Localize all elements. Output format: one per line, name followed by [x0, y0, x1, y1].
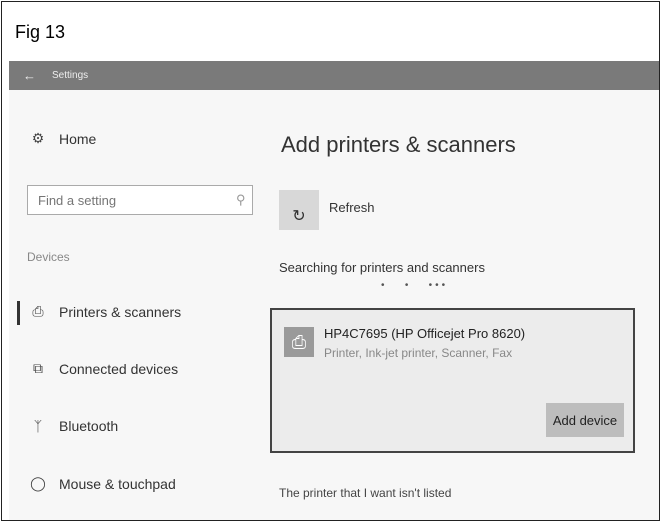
device-description: Printer, Ink-jet printer, Scanner, Fax: [324, 346, 513, 360]
device-name: HP4C7695 (HP Officejet Pro 8620): [324, 326, 526, 341]
sidebar-item-label: Home: [59, 130, 97, 147]
sidebar-item-label: Connected devices: [59, 360, 179, 377]
search-field[interactable]: ⚲: [27, 185, 253, 215]
search-icon[interactable]: ⚲: [236, 192, 246, 208]
sidebar-item-home[interactable]: ⚙ Home: [29, 130, 97, 147]
mouse-icon: ◯: [30, 475, 46, 491]
bluetooth-icon: ᛉ: [33, 418, 43, 434]
printer-not-listed-link[interactable]: The printer that I want isn't listed: [279, 486, 451, 500]
search-input[interactable]: [36, 191, 220, 209]
sidebar-item-label: Mouse & touchpad: [59, 475, 176, 492]
searching-status: Searching for printers and scanners: [279, 260, 485, 275]
refresh-button[interactable]: ↻: [279, 190, 319, 230]
sidebar-item-label: Printers & scanners: [59, 303, 182, 320]
sidebar-item-label: Bluetooth: [59, 418, 119, 434]
settings-content: ⚙ Home ⚲ Devices ⎙ Printers & scanners ⧉…: [9, 90, 659, 520]
gear-icon: ⚙: [31, 130, 45, 146]
progress-indicator: • • •••: [381, 280, 449, 291]
add-device-button[interactable]: Add device: [546, 403, 624, 437]
figure-caption: Fig 13: [15, 22, 66, 42]
sidebar-item-printers-scanners[interactable]: ⎙ Printers & scanners: [29, 303, 181, 320]
sidebar-item-mouse-touchpad[interactable]: ◯ Mouse & touchpad: [29, 475, 176, 492]
refresh-icon: ↻: [292, 208, 306, 225]
back-arrow-icon[interactable]: ←: [23, 69, 36, 82]
window-title: Settings: [52, 70, 89, 81]
active-item-indicator: [17, 301, 20, 325]
refresh-label[interactable]: Refresh: [329, 200, 375, 215]
section-label-devices: Devices: [27, 250, 70, 264]
device-card[interactable]: ⎙ HP4C7695 (HP Officejet Pro 8620) Print…: [270, 308, 635, 453]
sidebar-item-bluetooth[interactable]: ᛉ Bluetooth: [29, 418, 118, 434]
sidebar-item-connected-devices[interactable]: ⧉ Connected devices: [29, 360, 178, 377]
printer-icon: ⎙: [284, 327, 314, 357]
window-titlebar: ← Settings: [9, 61, 659, 90]
printer-icon: ⎙: [32, 303, 44, 319]
page-title: Add printers & scanners: [281, 132, 516, 157]
connected-devices-icon: ⧉: [33, 360, 43, 376]
